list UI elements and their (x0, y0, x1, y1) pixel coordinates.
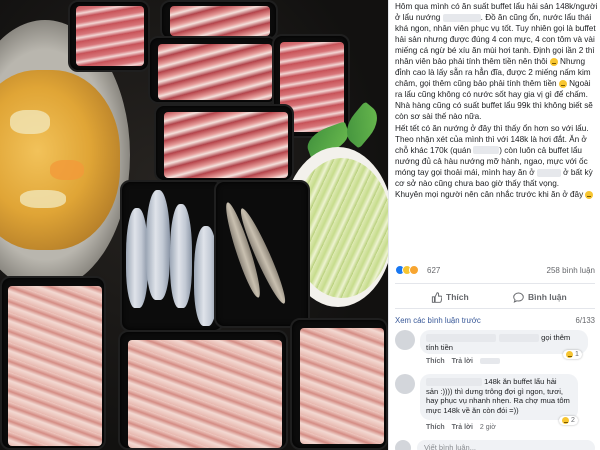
reaction-count[interactable]: 627 (427, 266, 440, 275)
comment-text-line: 148k ăn buffet lẩu hải (484, 377, 557, 386)
photo-tray (154, 104, 294, 182)
comment-button[interactable]: Bình luận (513, 290, 567, 304)
comment-count[interactable]: 258 bình luận (547, 266, 596, 275)
comment-input[interactable]: Viết bình luận... (417, 440, 595, 450)
photo-broth-veg (20, 190, 66, 208)
comment-text-line: mực 148k về ăn còn đói =)) (426, 405, 519, 415)
comment-bubble: gọi thêm tính tiền (420, 330, 588, 354)
comment-composer: Viết bình luận... (395, 440, 595, 450)
photo-tray (160, 0, 278, 40)
photo-shrimp-tray (214, 180, 310, 328)
photo-tray (0, 276, 106, 450)
comment-reply-link[interactable]: Trả lời (452, 358, 473, 365)
sad-emoji-icon (558, 80, 567, 89)
photo-tray (68, 0, 150, 72)
post-paragraph-4: Khuyên mọi người nên cân nhắc trước khi … (395, 189, 598, 200)
post-panel: Hôm qua mình có ăn suất buffet lẩu hải s… (388, 0, 600, 450)
photo-tray (148, 36, 278, 104)
sad-emoji-icon (549, 58, 558, 67)
comment-item: gọi thêm tính tiền 1 Thích Trả lời (395, 330, 595, 368)
smile-emoji-icon (585, 190, 594, 199)
photo-broth-veg (50, 160, 84, 180)
comment-text-line: hay phục vụ nhanh nhẹn. Ra chợ mua tôm (426, 396, 570, 406)
photo-tray (290, 318, 388, 450)
comment-icon (513, 292, 524, 303)
post-photo[interactable] (0, 0, 388, 450)
view-previous-comments-label[interactable]: Xem các bình luận trước (395, 316, 481, 325)
redacted-time (479, 358, 500, 365)
post-paragraph-2: Hết tết có ăn nướng ở đây thì thấy ổn hơ… (395, 123, 589, 133)
comment-text-line: sản :)))) thì dưng trông đợi gì ngon, tư… (426, 386, 564, 396)
comment-item: 148k ăn buffet lẩu hải sản :)))) thì dưn… (395, 374, 595, 436)
comment-like-link[interactable]: Thích (426, 424, 445, 431)
comment-label: Bình luận (528, 292, 567, 302)
reaction-summary[interactable]: 627 258 bình luận (395, 263, 595, 277)
photo-squid-tray (120, 180, 224, 332)
like-button[interactable]: Thích (431, 290, 469, 304)
haha-emoji-icon (566, 351, 573, 358)
comment-reply-link[interactable]: Trả lời (452, 424, 473, 431)
comment-like-link[interactable]: Thích (426, 358, 445, 365)
post-paragraph-1: Hôm qua mình có ăn suất buffet lẩu hải s… (395, 2, 598, 122)
photo-broth-veg (10, 110, 50, 134)
comment-bubble: 148k ăn buffet lẩu hải sản :)))) thì dưn… (420, 374, 578, 420)
comment-meta: Thích Trả lời 2 giờ (426, 424, 501, 431)
comment-meta: Thích Trả lời (426, 358, 505, 365)
commenter-avatar[interactable] (395, 330, 415, 350)
post-action-bar: Thích Bình luận (395, 283, 595, 309)
comment-reaction[interactable]: 2 (559, 416, 578, 425)
comment-time: 2 giờ (479, 424, 496, 431)
thumbs-up-icon (431, 291, 442, 303)
commenter-avatar[interactable] (395, 374, 415, 394)
post-paragraph-3: Theo nhận xét của mình thì với 148k là h… (395, 134, 593, 188)
view-previous-comments[interactable]: Xem các bình luận trước 6/133 (395, 316, 595, 328)
wow-reaction-icon (409, 265, 419, 275)
current-user-avatar (395, 440, 411, 450)
reaction-icons (395, 265, 419, 275)
haha-emoji-icon (562, 417, 569, 424)
post-body: Hôm qua mình có ăn suất buffet lẩu hải s… (395, 1, 598, 200)
photo-tray (118, 330, 288, 450)
comment-pager: 6/133 (575, 316, 595, 325)
redacted-commenter-name[interactable] (426, 334, 496, 342)
redacted-name (473, 146, 500, 155)
redacted-name (442, 13, 481, 22)
like-label: Thích (446, 292, 469, 302)
redacted-text (499, 334, 539, 342)
comment-reaction[interactable]: 1 (563, 350, 582, 359)
redacted-name (536, 168, 561, 177)
redacted-commenter-name[interactable] (426, 378, 482, 386)
